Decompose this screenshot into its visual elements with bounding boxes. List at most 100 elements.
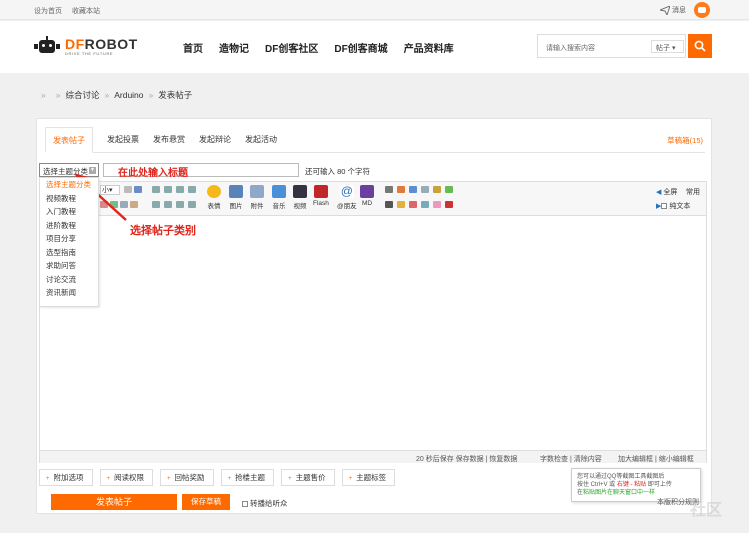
- unordered-list-icon[interactable]: [188, 201, 196, 208]
- drafts-link[interactable]: 草稿箱(15): [667, 135, 703, 146]
- dropdown-option[interactable]: 视频教程: [40, 192, 98, 206]
- dropdown-option[interactable]: 项目分享: [40, 232, 98, 246]
- unlink-icon[interactable]: [120, 201, 128, 208]
- site-header: DFROBOT DRIVE THE FUTURE 首页 造物记 DF创客社区 D…: [0, 21, 749, 73]
- breadcrumb-current: 发表帖子: [158, 90, 193, 100]
- search-scope-select[interactable]: 帖子 ▾: [651, 40, 684, 53]
- emoji-button[interactable]: 表情: [207, 185, 221, 210]
- ordered-list-icon[interactable]: [176, 201, 184, 208]
- nav-product-docs[interactable]: 产品资料库: [404, 40, 454, 55]
- markdown-button[interactable]: MD: [360, 185, 374, 207]
- nav-home[interactable]: 首页: [183, 40, 203, 55]
- nav-store[interactable]: DF创客商城: [334, 40, 387, 55]
- float-left-icon[interactable]: [152, 201, 160, 208]
- resize-editor-links[interactable]: 加大编辑框 | 缩小编辑框: [618, 454, 694, 464]
- dfrobot-logo[interactable]: DFROBOT DRIVE THE FUTURE: [34, 36, 138, 58]
- nav-community[interactable]: DF创客社区: [265, 40, 318, 55]
- search-box[interactable]: 请输入搜索内容 帖子 ▾: [537, 34, 686, 58]
- index-icon[interactable]: [421, 201, 429, 208]
- autosave-status[interactable]: 20 秒后保存 保存数据 | 恢复数据: [416, 454, 517, 464]
- code-icon[interactable]: [385, 201, 393, 208]
- font-size-select[interactable]: 小▾: [100, 185, 120, 195]
- color-icon[interactable]: [134, 186, 142, 193]
- bug-icon[interactable]: [445, 201, 453, 208]
- main-nav: 首页 造物记 DF创客社区 DF创客商城 产品资料库: [183, 40, 470, 55]
- tab-new-reward[interactable]: 发布悬赏: [146, 127, 192, 153]
- title-input[interactable]: 在此处输入标题: [103, 163, 299, 179]
- watermark: 社区: [690, 502, 723, 519]
- plain-text-toggle[interactable]: ▶ 纯文本: [656, 201, 690, 211]
- submit-post-button[interactable]: 发表帖子: [51, 494, 177, 510]
- search-button[interactable]: [688, 34, 712, 58]
- editor-body[interactable]: [40, 217, 706, 449]
- option-reply-reward[interactable]: 回帖奖励: [160, 469, 214, 486]
- breadcrumb-item[interactable]: Arduino: [114, 90, 143, 100]
- option-price[interactable]: 主题售价: [281, 469, 335, 486]
- at-sign-icon: @: [339, 184, 354, 198]
- dropdown-option[interactable]: 选型指南: [40, 246, 98, 260]
- image-button[interactable]: 图片: [229, 185, 243, 210]
- logo-df: DF: [65, 36, 85, 52]
- align-center-icon[interactable]: [164, 186, 172, 193]
- topic-type-dropdown: 选择主题分类 视频教程 入门教程 进阶教程 项目分享 选型指南 求助问答 讨论交…: [39, 177, 99, 307]
- word-count-links[interactable]: 字数检查 | 清除内容: [540, 454, 602, 464]
- bookmark-link[interactable]: 收藏本站: [72, 8, 100, 15]
- tab-new-poll[interactable]: 发起投票: [100, 127, 146, 153]
- title-annotation: 在此处输入标题: [118, 168, 188, 179]
- tab-new-debate[interactable]: 发起辩论: [192, 127, 238, 153]
- broadcast-checkbox[interactable]: 转播给听众: [242, 498, 288, 509]
- dropdown-option[interactable]: 资讯新闻: [40, 286, 98, 300]
- flash-icon: [313, 185, 328, 198]
- music-button[interactable]: 音乐: [272, 185, 286, 210]
- quote-icon[interactable]: [385, 186, 393, 193]
- option-floor-grab[interactable]: 抢楼主题: [220, 469, 275, 486]
- lock-icon[interactable]: [397, 201, 405, 208]
- video-button[interactable]: 视频: [293, 185, 307, 210]
- separator-icon[interactable]: [421, 186, 429, 193]
- background-color-icon[interactable]: [130, 201, 138, 208]
- robot-icon: [34, 36, 60, 58]
- float-right-icon[interactable]: [164, 201, 172, 208]
- dropdown-option[interactable]: 进阶教程: [40, 219, 98, 233]
- char-limit-text: 还可输入 80 个字符: [305, 167, 371, 176]
- table-icon[interactable]: [409, 186, 417, 193]
- common-button[interactable]: 常用: [686, 187, 700, 197]
- align-justify-icon[interactable]: [188, 186, 196, 193]
- sticker-icon[interactable]: [433, 201, 441, 208]
- top-bar: 设为首页 收藏本站 消息: [0, 0, 749, 20]
- tab-new-event[interactable]: 发起活动: [238, 127, 284, 153]
- fullscreen-button[interactable]: ◀ 全屏: [656, 187, 677, 197]
- search-input[interactable]: 请输入搜索内容: [546, 43, 595, 53]
- tab-new-post[interactable]: 发表帖子: [45, 127, 93, 153]
- option-tags[interactable]: 主题标签: [341, 469, 396, 486]
- align-right-icon[interactable]: [176, 186, 184, 193]
- messages-link[interactable]: 消息: [660, 5, 686, 15]
- dropdown-option[interactable]: 入门教程: [40, 205, 98, 219]
- password-icon[interactable]: [409, 201, 417, 208]
- nav-zaowuji[interactable]: 造物记: [219, 40, 249, 55]
- format-icon[interactable]: [124, 186, 132, 193]
- flash-button[interactable]: Flash: [313, 185, 329, 207]
- mention-button[interactable]: @ @朋友: [337, 185, 357, 210]
- bold-icon[interactable]: [100, 201, 108, 208]
- breadcrumb-item[interactable]: 综合讨论: [65, 89, 99, 101]
- save-draft-button[interactable]: 保存草稿: [182, 494, 230, 510]
- breadcrumb-home-icon[interactable]: »: [41, 90, 46, 100]
- avatar[interactable]: [694, 2, 710, 18]
- dropdown-option[interactable]: 讨论交流: [40, 273, 98, 287]
- dropdown-arrow-icon: ▼: [89, 167, 96, 174]
- set-home-link[interactable]: 设为首页: [34, 8, 62, 15]
- link-icon[interactable]: [110, 201, 118, 208]
- option-extra[interactable]: 附加选项: [39, 469, 93, 486]
- chevron-down-icon: ▾: [671, 45, 676, 52]
- free-icon[interactable]: [433, 186, 441, 193]
- top-links: 设为首页 收藏本站: [34, 6, 108, 16]
- topic-type-select[interactable]: 选择主题分类 ▼: [39, 163, 99, 177]
- dropdown-option[interactable]: 求助问答: [40, 259, 98, 273]
- option-read-permission[interactable]: 阅读权限: [99, 469, 154, 486]
- align-left-icon[interactable]: [152, 186, 160, 193]
- hide-icon[interactable]: [397, 186, 405, 193]
- page-icon[interactable]: [445, 186, 453, 193]
- attachment-button[interactable]: 附件: [250, 185, 264, 210]
- dropdown-option[interactable]: 选择主题分类: [40, 178, 98, 192]
